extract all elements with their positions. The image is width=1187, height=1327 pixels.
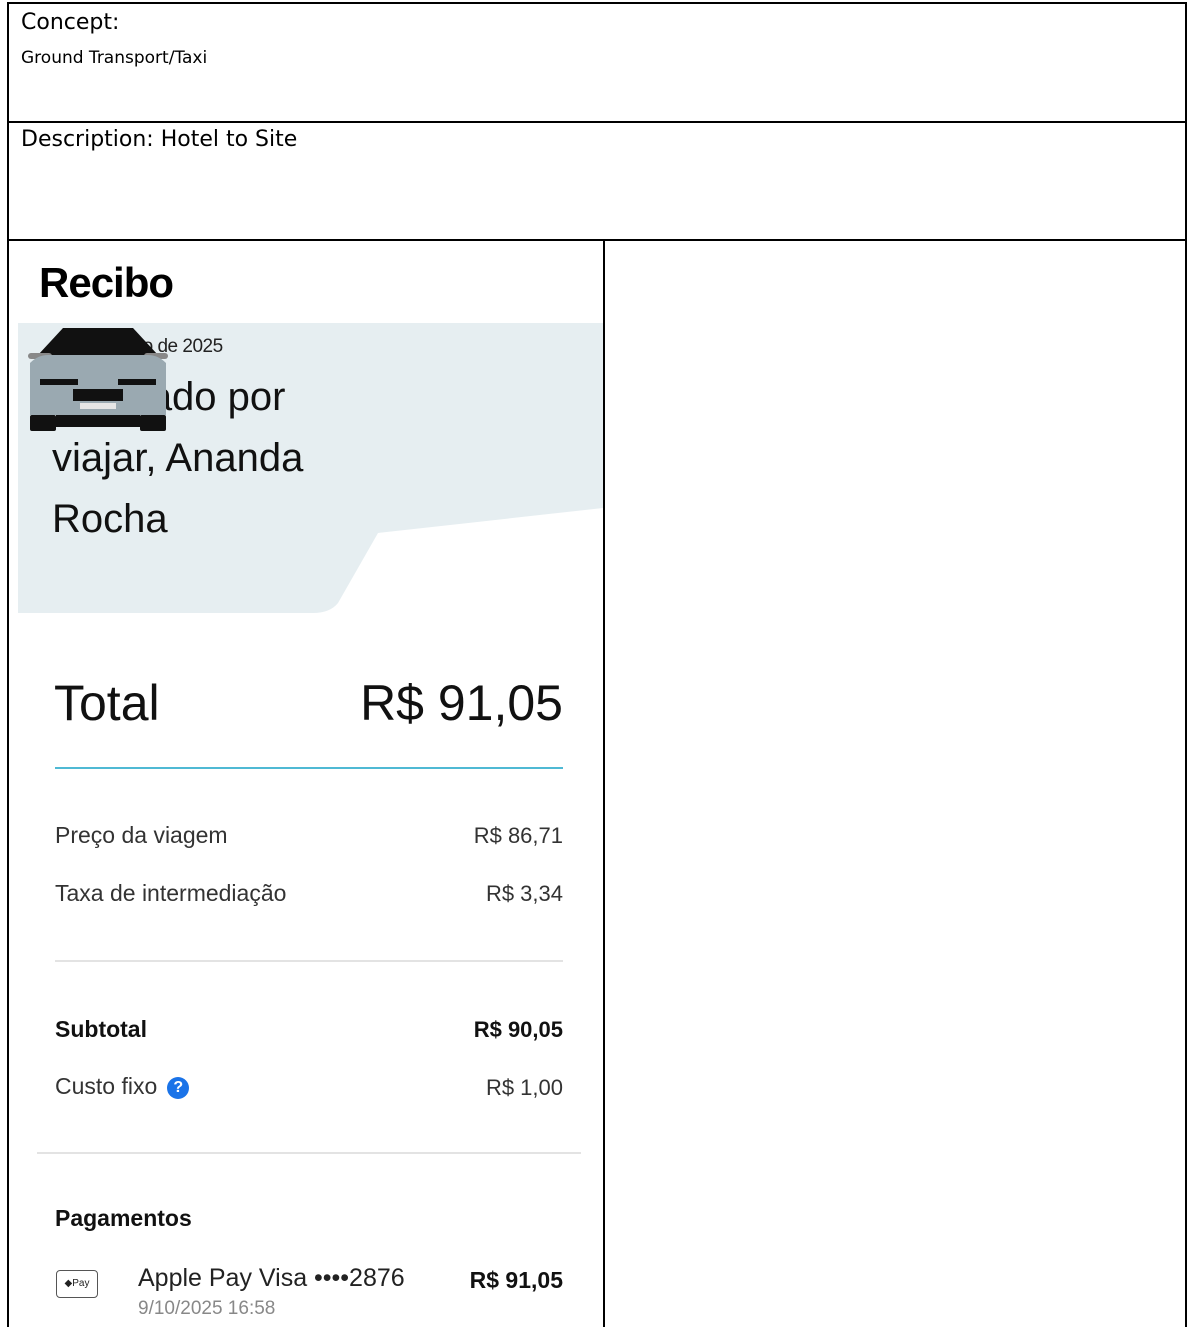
fee-label: Taxa de intermediação	[55, 880, 287, 906]
concept-cell: Concept: Ground Transport/Taxi	[7, 2, 1187, 123]
fixed-cost-label: Custo fixo	[55, 1073, 158, 1099]
trip-price-value: R$ 86,71	[473, 823, 563, 848]
receipt-screenshot: Recibo 9 de outubro de 2025 Obrigado por…	[9, 241, 603, 1327]
question-icon[interactable]: ?	[167, 1077, 190, 1099]
divider	[55, 960, 563, 962]
concept-label: Concept:	[21, 10, 120, 35]
fixed-cost-value: R$ 1,00	[485, 1075, 563, 1100]
payments-title: Pagamentos	[55, 1205, 192, 1231]
empty-cell	[603, 239, 1187, 1327]
subtotal-label: Subtotal	[55, 1016, 147, 1042]
payment-amount: R$ 91,05	[469, 1267, 563, 1293]
receipt-hero: 9 de outubro de 2025 Obrigado por viajar…	[18, 323, 603, 613]
apple-pay-icon: ◆Pay	[56, 1270, 98, 1298]
fixed-cost-row: Custo fixo?	[55, 1073, 190, 1100]
description-cell: Description: Hotel to Site	[7, 121, 1187, 241]
concept-value: Ground Transport/Taxi	[21, 48, 208, 68]
total-value: R$ 91,05	[360, 675, 563, 731]
total-label: Total	[54, 675, 160, 731]
car-icon	[28, 328, 168, 431]
trip-price-label: Preço da viagem	[55, 822, 228, 848]
payment-method: Apple Pay Visa ••••2876	[138, 1264, 405, 1292]
document-table: Concept: Ground Transport/Taxi Descripti…	[0, 0, 1187, 1327]
receipt-title: Recibo	[39, 259, 174, 306]
description-text: Description: Hotel to Site	[21, 127, 298, 152]
payment-date: 9/10/2025 16:58	[138, 1298, 276, 1319]
fee-value: R$ 3,34	[485, 881, 563, 906]
total-divider	[55, 767, 563, 769]
divider	[37, 1152, 581, 1154]
subtotal-value: R$ 90,05	[473, 1017, 563, 1042]
